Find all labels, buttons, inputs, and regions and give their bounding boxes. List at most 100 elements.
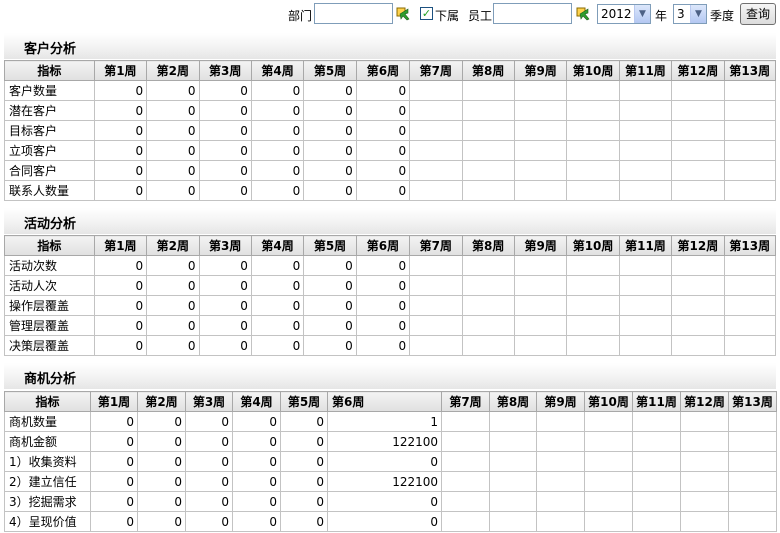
week-value-cell: 0 (303, 275, 357, 296)
header-week: 第3周 (198, 60, 252, 81)
header-week: 第12周 (680, 391, 729, 412)
week-value-cell (536, 451, 585, 472)
dept-input[interactable] (314, 3, 393, 24)
dept-picker-icon[interactable] (396, 5, 410, 22)
week-value-cell: 0 (355, 295, 411, 316)
table-row: 4）呈现价值 0 0 0 0 0 0 (4, 511, 777, 532)
header-index: 指标 (4, 235, 95, 256)
header-index: 指标 (4, 391, 91, 412)
week-value-cell: 0 (198, 255, 252, 276)
week-value-cell: 0 (303, 120, 357, 141)
metric-name: 3）挖掘需求 (4, 491, 91, 512)
week-value-cell: 0 (146, 315, 200, 336)
employee-input[interactable] (493, 3, 572, 24)
week-value-cell (680, 511, 729, 532)
week-value-cell: 0 (355, 180, 411, 201)
week-value-cell: 0 (93, 120, 148, 141)
week-value-cell: 0 (280, 491, 328, 512)
week-value-cell (584, 471, 633, 492)
week-value-cell (671, 180, 725, 201)
week-value-cell (723, 80, 777, 101)
week-value-cell (671, 160, 725, 181)
week-value-cell (632, 431, 681, 452)
week-value-cell (671, 255, 725, 276)
header-week: 第10周 (566, 235, 620, 256)
dept-label: 部门 (288, 9, 313, 23)
metric-name: 1）收集资料 (4, 451, 91, 472)
week-value-cell: 0 (137, 411, 186, 432)
header-week: 第6周 (355, 235, 411, 256)
week-value-cell: 0 (137, 491, 186, 512)
week-value-cell (584, 411, 633, 432)
week-value-cell: 0 (146, 180, 200, 201)
week-value-cell (409, 80, 463, 101)
header-week: 第5周 (280, 391, 328, 412)
week-value-cell (409, 295, 463, 316)
week-value-cell: 0 (250, 100, 305, 121)
table-row: 目标客户 0 0 0 0 0 0 (4, 120, 777, 141)
week-value-cell: 0 (327, 491, 442, 512)
week-value-cell (723, 120, 777, 141)
week-value-cell (489, 471, 537, 492)
header-week: 第8周 (489, 391, 537, 412)
week-value-cell: 0 (232, 411, 281, 432)
chevron-down-icon[interactable]: ▼ (634, 5, 650, 23)
week-value-cell: 0 (250, 80, 305, 101)
week-value-cell: 0 (90, 511, 138, 532)
week-value-cell (618, 275, 673, 296)
employee-picker-icon[interactable] (576, 5, 590, 22)
week-value-cell: 0 (93, 140, 148, 161)
table-row: 决策层覆盖 0 0 0 0 0 0 (4, 335, 777, 356)
week-value-cell: 0 (303, 295, 357, 316)
week-value-cell (461, 140, 515, 161)
week-value-cell (566, 180, 620, 201)
week-value-cell (728, 491, 777, 512)
header-week: 第5周 (303, 60, 357, 81)
header-week: 第13周 (728, 391, 777, 412)
table-row: 商机金额 0 0 0 0 0 122100 (4, 431, 777, 452)
week-value-cell (671, 80, 725, 101)
week-value-cell (513, 80, 568, 101)
query-button[interactable]: 查询 (740, 3, 777, 25)
week-value-cell (461, 275, 515, 296)
header-week: 第3周 (185, 391, 233, 412)
week-value-cell (728, 511, 777, 532)
week-value-cell (632, 451, 681, 472)
week-value-cell (489, 451, 537, 472)
week-value-cell (680, 451, 729, 472)
week-value-cell (536, 511, 585, 532)
week-value-cell: 0 (280, 411, 328, 432)
week-value-cell (671, 335, 725, 356)
week-value-cell: 0 (232, 471, 281, 492)
week-value-cell: 0 (303, 180, 357, 201)
week-value-cell: 0 (303, 335, 357, 356)
week-value-cell (723, 180, 777, 201)
week-value-cell (409, 315, 463, 336)
week-value-cell: 0 (303, 315, 357, 336)
week-value-cell (409, 160, 463, 181)
week-value-cell: 0 (185, 491, 233, 512)
week-value-cell (441, 491, 490, 512)
week-value-cell (513, 275, 568, 296)
subordinate-checkbox[interactable]: ✓ (420, 7, 433, 20)
quarter-label: 季度 (710, 9, 735, 23)
week-value-cell (441, 411, 490, 432)
header-week: 第8周 (461, 235, 515, 256)
week-value-cell: 0 (137, 511, 186, 532)
header-week: 第9周 (513, 60, 568, 81)
week-value-cell: 0 (198, 140, 252, 161)
chevron-down-icon[interactable]: ▼ (690, 5, 706, 23)
week-value-cell (409, 275, 463, 296)
week-value-cell (618, 80, 673, 101)
header-week: 第13周 (723, 235, 777, 256)
table-row: 活动人次 0 0 0 0 0 0 (4, 275, 777, 296)
week-value-cell (723, 315, 777, 336)
header-week: 第7周 (409, 60, 463, 81)
quarter-select[interactable]: 3 ▼ (673, 4, 707, 24)
table-row: 商机数量 0 0 0 0 0 1 (4, 411, 777, 432)
week-value-cell (618, 160, 673, 181)
year-select[interactable]: 2012 ▼ (597, 4, 651, 24)
week-value-cell (409, 100, 463, 121)
week-value-cell (723, 140, 777, 161)
week-value-cell (513, 140, 568, 161)
